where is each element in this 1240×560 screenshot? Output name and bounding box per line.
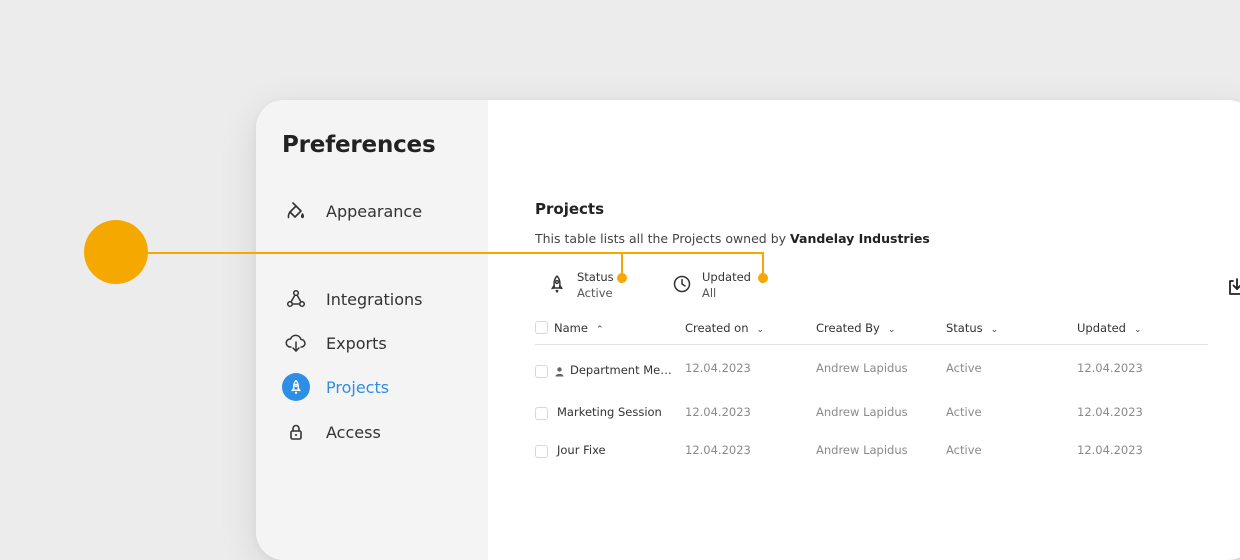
column-label: Status — [946, 321, 983, 335]
preferences-window: Preferences Appearance Integrations Expo… — [256, 100, 1240, 560]
section-description: This table lists all the Projects owned … — [535, 231, 930, 246]
sidebar-item-label: Projects — [326, 377, 390, 397]
sidebar-item-projects[interactable]: Projects — [282, 372, 389, 402]
table-row[interactable]: Jour Fixe 12.04.2023 Andrew Lapidus Acti… — [535, 438, 1208, 468]
cloud-download-icon — [282, 329, 310, 357]
sidebar-item-appearance[interactable]: Appearance — [282, 196, 422, 226]
callout-marker — [84, 220, 148, 284]
row-status: Active — [946, 443, 982, 457]
section-title: Projects — [535, 200, 605, 218]
column-label: Updated — [1077, 321, 1126, 335]
network-nodes-icon — [282, 285, 310, 313]
chevron-down-icon: ⌄ — [756, 325, 765, 335]
row-name: Department Me… — [570, 363, 672, 377]
row-checkbox[interactable] — [535, 407, 548, 420]
row-created-by: Andrew Lapidus — [816, 361, 908, 375]
chevron-down-icon: ⌄ — [617, 276, 625, 286]
column-header-created-by[interactable]: Created By ⌄ — [816, 321, 895, 335]
row-created-on: 12.04.2023 — [685, 361, 751, 375]
owner-name: Vandelay Industries — [790, 231, 930, 246]
sidebar-item-exports[interactable]: Exports — [282, 328, 387, 358]
sidebar-title: Preferences — [282, 132, 436, 158]
main-panel: Projects This table lists all the Projec… — [488, 100, 1240, 560]
select-all-checkbox[interactable] — [535, 321, 548, 334]
row-checkbox[interactable] — [535, 365, 548, 378]
row-name: Marketing Session — [557, 405, 662, 419]
filter-label: Status — [577, 270, 614, 284]
lock-icon — [282, 418, 310, 446]
rocket-icon — [547, 274, 569, 296]
row-status: Active — [946, 405, 982, 419]
row-created-by: Andrew Lapidus — [816, 405, 908, 419]
column-header-updated[interactable]: Updated ⌄ — [1077, 321, 1142, 335]
user-icon — [555, 362, 564, 381]
column-label: Created on — [685, 321, 749, 335]
column-header-created-on[interactable]: Created on ⌄ — [685, 321, 764, 335]
filter-value: Active — [577, 286, 613, 300]
sidebar-item-label: Access — [326, 422, 381, 442]
filter-value: All — [702, 286, 717, 300]
sidebar: Preferences Appearance Integrations Expo… — [256, 100, 488, 560]
column-label: Created By — [816, 321, 880, 335]
row-created-by: Andrew Lapidus — [816, 443, 908, 457]
sidebar-item-label: Appearance — [326, 201, 423, 221]
row-name: Jour Fixe — [557, 443, 606, 457]
chevron-down-icon: ⌄ — [990, 325, 999, 335]
paint-bucket-icon — [282, 197, 310, 225]
row-updated: 12.04.2023 — [1077, 443, 1143, 457]
sidebar-item-label: Integrations — [326, 289, 423, 309]
row-created-on: 12.04.2023 — [685, 405, 751, 419]
chevron-down-icon: ⌄ — [758, 276, 766, 286]
download-button[interactable] — [1226, 276, 1240, 298]
row-updated: 12.04.2023 — [1077, 361, 1143, 375]
table-header: Name ⌃ Created on ⌄ Created By ⌄ Status ⌄ Up… — [535, 311, 1208, 345]
chevron-down-icon: ⌄ — [887, 325, 896, 335]
clock-icon — [672, 274, 694, 296]
rocket-icon — [282, 373, 310, 401]
filter-label: Updated — [702, 270, 751, 284]
table-row[interactable]: Department Me… 12.04.2023 Andrew Lapidus… — [535, 356, 1208, 386]
row-updated: 12.04.2023 — [1077, 405, 1143, 419]
row-status: Active — [946, 361, 982, 375]
chevron-up-icon: ⌃ — [595, 325, 604, 335]
description-text: This table lists all the Projects owned … — [535, 231, 787, 246]
column-header-name[interactable]: Name ⌃ — [554, 321, 603, 335]
updated-filter[interactable]: Updated All ⌄ — [672, 270, 766, 302]
chevron-down-icon: ⌄ — [1133, 325, 1142, 335]
column-header-status[interactable]: Status ⌄ — [946, 321, 998, 335]
row-checkbox[interactable] — [535, 445, 548, 458]
sidebar-item-access[interactable]: Access — [282, 417, 381, 447]
table-row[interactable]: Marketing Session 12.04.2023 Andrew Lapi… — [535, 399, 1208, 429]
status-filter[interactable]: Status Active ⌄ — [547, 270, 625, 302]
column-label: Name — [554, 321, 588, 335]
download-icon — [1229, 278, 1240, 295]
sidebar-item-integrations[interactable]: Integrations — [282, 284, 423, 314]
row-created-on: 12.04.2023 — [685, 443, 751, 457]
sidebar-item-label: Exports — [326, 333, 387, 353]
